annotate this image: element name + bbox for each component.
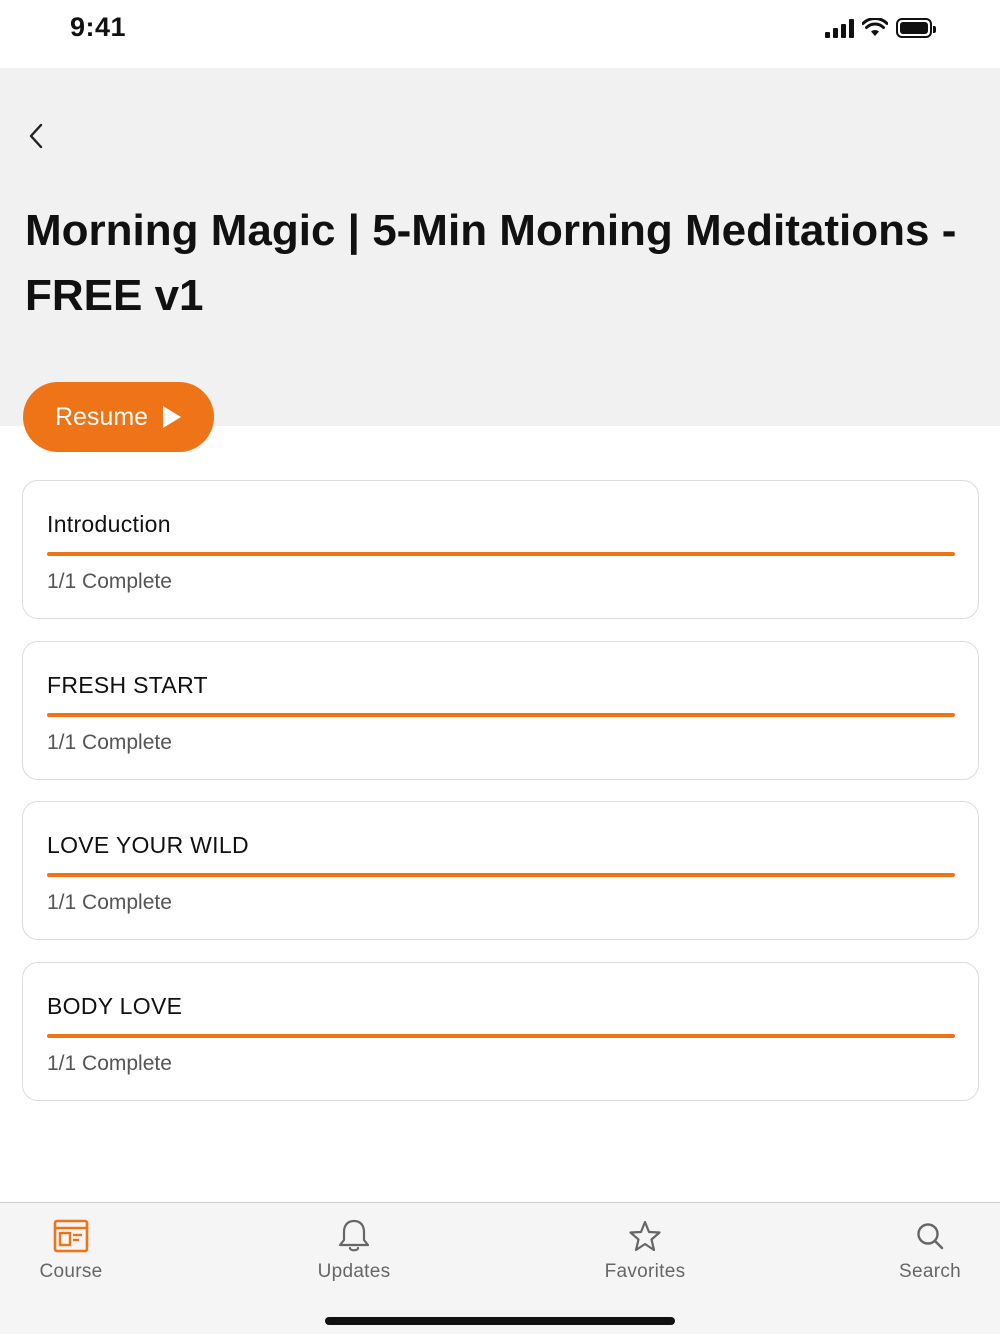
back-button[interactable] — [20, 118, 52, 154]
section-progress-bar — [47, 873, 955, 877]
status-bar: 9:41 — [0, 0, 1000, 68]
section-status: 1/1 Complete — [47, 730, 172, 754]
tab-favorites[interactable]: Favorites — [575, 1215, 715, 1283]
tab-course[interactable]: Course — [1, 1215, 141, 1283]
section-card[interactable]: LOVE YOUR WILD 1/1 Complete — [22, 801, 979, 940]
resume-label: Resume — [54, 402, 149, 431]
play-icon — [163, 406, 182, 428]
section-title: BODY LOVE — [47, 992, 183, 1019]
section-card[interactable]: FRESH START 1/1 Complete — [22, 640, 979, 780]
section-card[interactable]: Introduction 1/1 Complete — [22, 480, 979, 619]
status-time: 9:41 — [70, 12, 127, 42]
section-title: FRESH START — [47, 671, 208, 698]
signal-icon — [825, 18, 854, 38]
search-icon — [915, 1215, 945, 1257]
section-progress-bar — [47, 712, 955, 717]
section-progress-bar — [47, 552, 955, 556]
wifi-icon — [862, 18, 888, 36]
bell-icon — [337, 1215, 371, 1257]
section-list: Introduction 1/1 Complete FRESH START 1/… — [22, 480, 979, 1122]
chevron-left-icon — [29, 123, 43, 149]
tab-label: Favorites — [604, 1261, 686, 1282]
section-progress-bar — [47, 1033, 955, 1038]
course-header: Morning Magic | 5-Min Morning Meditation… — [0, 68, 1000, 426]
battery-icon — [896, 18, 936, 38]
section-title: LOVE YOUR WILD — [47, 832, 249, 858]
section-status: 1/1 Complete — [47, 1051, 172, 1075]
section-title: Introduction — [47, 511, 171, 537]
tab-bar: Course Updates Favorites Search — [0, 1202, 1000, 1334]
status-icons — [825, 18, 936, 38]
section-status: 1/1 Complete — [47, 891, 172, 914]
star-icon — [628, 1215, 662, 1257]
tab-label: Updates — [317, 1261, 391, 1282]
home-indicator — [325, 1317, 675, 1325]
section-status: 1/1 Complete — [47, 570, 172, 593]
course-icon — [53, 1215, 89, 1257]
page-title: Morning Magic | 5-Min Morning Meditation… — [25, 206, 957, 320]
tab-updates[interactable]: Updates — [284, 1215, 424, 1283]
tab-label: Search — [898, 1261, 961, 1282]
tab-search[interactable]: Search — [860, 1215, 1000, 1283]
section-card[interactable]: BODY LOVE 1/1 Complete — [22, 961, 979, 1101]
tab-label: Course — [39, 1261, 103, 1282]
resume-button[interactable]: Resume — [23, 382, 214, 452]
